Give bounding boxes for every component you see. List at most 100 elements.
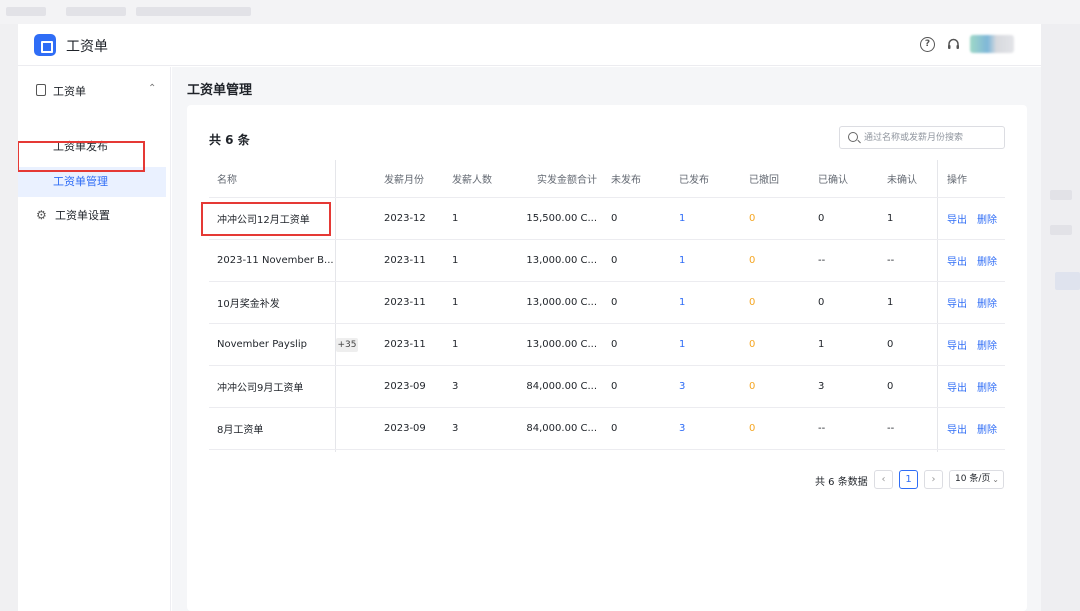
- row-amount: 13,000.00 C...: [526, 255, 597, 266]
- sidebar-item-manage[interactable]: 工资单管理: [18, 167, 166, 197]
- background-left-strip: [0, 24, 18, 611]
- background-blur-mark: [66, 7, 126, 16]
- row-revoked[interactable]: 0: [749, 324, 789, 365]
- row-amount: 15,500.00 C...: [526, 213, 597, 224]
- search-box[interactable]: [839, 126, 1005, 149]
- row-name[interactable]: 冲冲公司12月工资单: [217, 198, 335, 239]
- table-row: 10月奖金补发 2023-11 1 13,000.00 C... 0 1 0 0…: [209, 282, 1005, 324]
- row-published[interactable]: 3: [679, 408, 719, 449]
- export-button[interactable]: 导出: [947, 211, 967, 226]
- table-header-row: 名称 发薪月份 发薪人数 实发金额合计 未发布 已发布 已撤回 已确认 未确认 …: [209, 160, 1005, 198]
- export-button[interactable]: 导出: [947, 253, 967, 268]
- page-size-select[interactable]: 10 条/页 ⌄: [949, 470, 1004, 489]
- page-title: 工资单管理: [187, 83, 253, 98]
- table-row: 8月工资单 2023-09 3 84,000.00 C... 0 3 0 -- …: [209, 408, 1005, 450]
- row-revoked[interactable]: 0: [749, 408, 789, 449]
- pagination: 共 6 条数据 ‹ 1 › 10 条/页 ⌄: [187, 470, 1027, 490]
- row-month: 2023-11: [384, 255, 426, 266]
- row-unpublished: 0: [611, 255, 618, 266]
- row-actions: 导出 删除: [947, 240, 1005, 281]
- row-revoked[interactable]: 0: [749, 198, 789, 239]
- row-published[interactable]: 1: [679, 198, 719, 239]
- row-people: 3: [452, 381, 459, 392]
- row-people: 1: [452, 213, 459, 224]
- sidebar-group-payslip[interactable]: 工资单 ⌃: [18, 79, 171, 101]
- row-name[interactable]: 冲冲公司9月工资单: [217, 366, 335, 407]
- row-people: 1: [452, 255, 459, 266]
- row-amount: 13,000.00 C...: [526, 339, 597, 350]
- export-button[interactable]: 导出: [947, 337, 967, 352]
- row-confirmed: 1: [818, 339, 825, 350]
- page-1-button[interactable]: 1: [899, 470, 918, 489]
- more-tag[interactable]: +35: [336, 338, 358, 352]
- row-published[interactable]: 1: [679, 240, 719, 281]
- row-actions: 导出 删除: [947, 198, 1005, 239]
- row-actions: 导出 删除: [947, 408, 1005, 449]
- row-unpublished: 0: [611, 339, 618, 350]
- headset-icon[interactable]: [946, 37, 961, 52]
- app-window: 工资单 ? 工资单 ⌃ 工资单发布 工资单管理 ⚙ 工资单设置 工资单管理 共 …: [18, 24, 1041, 611]
- background-blur-mark: [6, 7, 46, 16]
- row-name[interactable]: 10月奖金补发: [217, 282, 335, 323]
- delete-button[interactable]: 删除: [977, 211, 997, 226]
- column-header-unpublished: 未发布: [611, 175, 641, 186]
- row-name[interactable]: 2023-11 November B...: [217, 240, 335, 281]
- column-header-published: 已发布: [679, 175, 709, 186]
- total-count: 共 6 条: [209, 133, 250, 147]
- table-row: November Payslip +35 2023-11 1 13,000.00…: [209, 324, 1005, 366]
- delete-button[interactable]: 删除: [977, 295, 997, 310]
- background-blur-mark: [136, 7, 251, 16]
- delete-button[interactable]: 删除: [977, 379, 997, 394]
- row-confirmed: 0: [818, 297, 825, 308]
- export-button[interactable]: 导出: [947, 379, 967, 394]
- sidebar-item-settings-label: 工资单设置: [55, 209, 110, 222]
- payslip-table: 名称 发薪月份 发薪人数 实发金额合计 未发布 已发布 已撤回 已确认 未确认 …: [209, 160, 1005, 452]
- row-published[interactable]: 1: [679, 324, 719, 365]
- delete-button[interactable]: 删除: [977, 421, 997, 436]
- row-unconfirmed: 1: [887, 297, 894, 308]
- sidebar-item-publish[interactable]: 工资单发布: [18, 132, 166, 162]
- row-amount: 13,000.00 C...: [526, 297, 597, 308]
- row-name[interactable]: November Payslip: [217, 324, 335, 365]
- search-input[interactable]: [864, 129, 1000, 146]
- row-published[interactable]: 1: [679, 282, 719, 323]
- delete-button[interactable]: 删除: [977, 337, 997, 352]
- main-content: 工资单管理 共 6 条 名称 发薪月份 发薪人数 实发金额合计 未发布 已发布 …: [172, 67, 1041, 611]
- row-revoked[interactable]: 0: [749, 282, 789, 323]
- row-people: 1: [452, 339, 459, 350]
- column-header-revoked: 已撤回: [749, 175, 779, 186]
- row-unconfirmed: --: [887, 255, 895, 266]
- sidebar-item-settings[interactable]: ⚙ 工资单设置: [18, 201, 166, 231]
- column-header-actions: 操作: [947, 175, 967, 186]
- app-header: 工资单 ?: [18, 24, 1041, 66]
- page-size-value: 10 条/页: [955, 474, 991, 484]
- export-button[interactable]: 导出: [947, 295, 967, 310]
- row-actions: 导出 删除: [947, 282, 1005, 323]
- row-revoked[interactable]: 0: [749, 240, 789, 281]
- row-revoked[interactable]: 0: [749, 366, 789, 407]
- user-avatar[interactable]: [970, 35, 1014, 53]
- row-month: 2023-09: [384, 423, 426, 434]
- row-unconfirmed: 0: [887, 339, 894, 350]
- row-confirmed: 3: [818, 381, 825, 392]
- pagination-total: 共 6 条数据: [815, 477, 868, 488]
- search-icon: [848, 132, 858, 142]
- chevron-left-icon[interactable]: ‹: [874, 470, 893, 489]
- row-unconfirmed: --: [887, 423, 895, 434]
- chevron-down-icon: ⌄: [992, 475, 999, 484]
- row-confirmed: 0: [818, 213, 825, 224]
- chevron-right-icon[interactable]: ›: [924, 470, 943, 489]
- table-row: 冲冲公司12月工资单 2023-12 1 15,500.00 C... 0 1 …: [209, 198, 1005, 240]
- help-icon[interactable]: ?: [920, 37, 935, 52]
- table-row: 冲冲公司9月工资单 2023-09 3 84,000.00 C... 0 3 0…: [209, 366, 1005, 408]
- row-month: 2023-11: [384, 297, 426, 308]
- row-month: 2023-12: [384, 213, 426, 224]
- column-header-month: 发薪月份: [384, 175, 424, 186]
- row-unconfirmed: 1: [887, 213, 894, 224]
- chevron-up-icon[interactable]: ⌃: [148, 83, 156, 94]
- delete-button[interactable]: 删除: [977, 253, 997, 268]
- row-name[interactable]: 8月工资单: [217, 408, 335, 449]
- row-published[interactable]: 3: [679, 366, 719, 407]
- row-unpublished: 0: [611, 423, 618, 434]
- export-button[interactable]: 导出: [947, 421, 967, 436]
